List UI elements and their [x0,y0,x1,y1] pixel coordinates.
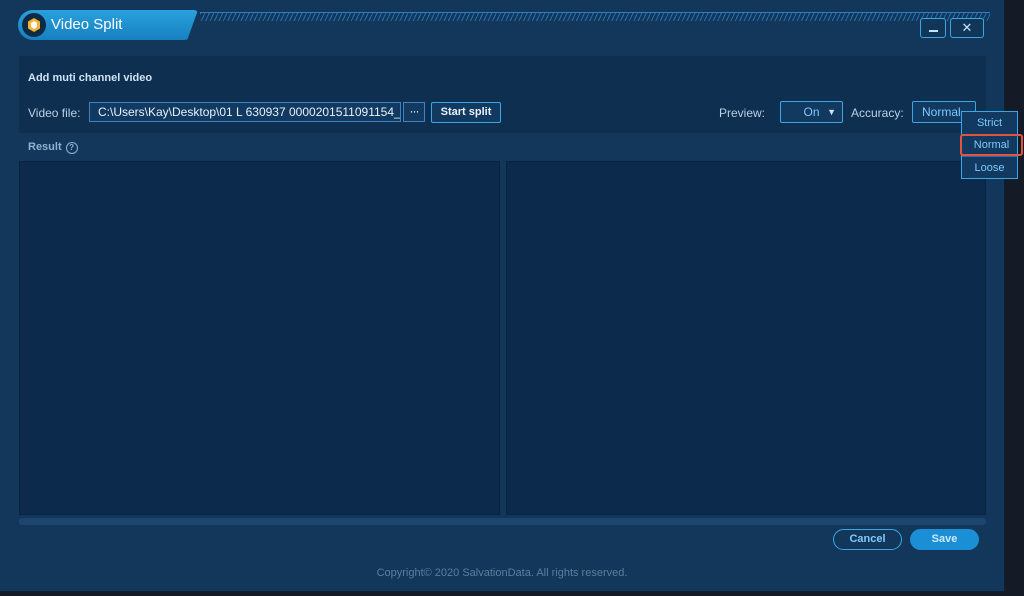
copyright-text: Copyright© 2020 SalvationData. All right… [376,567,628,579]
title-decoration-hatch [200,13,990,21]
accuracy-value: Normal [922,105,961,119]
horizontal-scrollbar[interactable] [19,518,986,525]
help-icon[interactable]: ? [65,142,78,154]
title-bar[interactable]: Video Split ✕ [0,0,1004,48]
save-button[interactable]: Save [910,529,979,550]
video-split-dialog: Video Split ✕ Add muti channel video Vid… [0,0,1005,592]
preview-select[interactable]: On ▼ [780,101,843,123]
accuracy-label: Accuracy: [851,106,904,120]
input-panel: Add muti channel video Video file: C:\Us… [19,56,986,133]
cancel-button[interactable]: Cancel [833,529,902,550]
result-pane-left [19,161,500,515]
minimize-icon [928,30,938,32]
preview-label: Preview: [719,106,766,120]
chevron-down-icon: ▼ [827,107,836,117]
preview-value: On [803,105,820,119]
video-file-input[interactable]: C:\Users\Kay\Desktop\01 L 630937 0000201… [89,102,401,122]
section-title: Add muti channel video [28,72,153,84]
title-tab: Video Split [18,10,198,40]
accuracy-option-loose[interactable]: Loose [962,157,1017,179]
result-label: Result? [28,141,78,154]
close-button[interactable]: ✕ [950,18,984,38]
window-title: Video Split [51,16,123,33]
result-pane-right [506,161,986,515]
accuracy-dropdown-menu: Strict Normal Loose [960,111,1023,179]
close-icon: ✕ [961,20,973,35]
result-label-text: Result [28,141,62,153]
start-split-button[interactable]: Start split [431,102,501,123]
browse-button[interactable]: ··· [403,102,425,122]
minimize-button[interactable] [920,18,946,38]
app-logo-icon [22,13,46,37]
accuracy-option-strict[interactable]: Strict [962,112,1017,134]
video-file-label: Video file: [28,106,81,120]
accuracy-option-normal[interactable]: Normal [960,134,1023,156]
